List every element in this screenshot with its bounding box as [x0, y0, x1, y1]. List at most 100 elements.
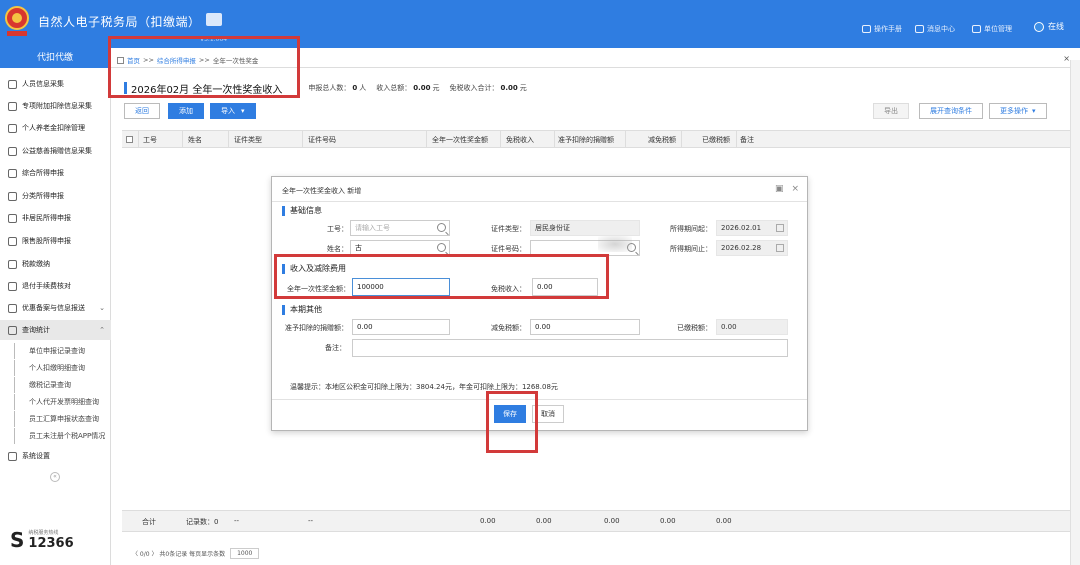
- col-taxfree[interactable]: 免税收入: [506, 135, 534, 145]
- pie-icon: [8, 191, 17, 201]
- unit-management-link[interactable]: 单位管理: [972, 24, 1012, 34]
- hotline-icon: S: [10, 528, 25, 552]
- pagination: 〈 0/0 〉 共0条记录 每页显示条数 1000: [132, 548, 260, 559]
- list-icon: [8, 101, 17, 111]
- search-icon[interactable]: [437, 223, 446, 232]
- section-income: 收入及减除费用: [282, 263, 346, 274]
- period-start-field: 2026.02.01: [716, 220, 788, 236]
- col-paid[interactable]: 已缴税额: [702, 135, 730, 145]
- name-input[interactable]: 古: [350, 240, 450, 256]
- bonus-amount-input[interactable]: 100000: [352, 278, 450, 296]
- col-donation[interactable]: 准予扣除的捐赠额: [558, 135, 614, 145]
- search-icon[interactable]: [437, 243, 446, 252]
- home-icon[interactable]: [117, 56, 124, 64]
- hotline-number: 12366: [28, 536, 74, 551]
- sidebar-item-settings[interactable]: 系统设置: [0, 446, 111, 466]
- relief-input[interactable]: 0.00: [530, 319, 640, 335]
- chevron-down-icon: ⌄: [99, 304, 105, 312]
- user-icon: [1034, 21, 1044, 32]
- page-scrollbar[interactable]: [1070, 60, 1080, 565]
- online-status[interactable]: 在线: [1034, 21, 1064, 32]
- manual-link[interactable]: 操作手册: [862, 24, 902, 34]
- sidebar-item-pension[interactable]: 个人养老金扣除管理: [0, 118, 111, 138]
- sidebar-subitem-annual-settlement[interactable]: 员工汇算申报状态查询: [14, 411, 111, 427]
- footer-bonus-total: 0.00: [480, 517, 496, 525]
- message-center-link[interactable]: 消息中心: [915, 24, 955, 34]
- footer-total-label: 合计: [142, 518, 156, 526]
- back-button[interactable]: 返回: [124, 103, 160, 119]
- sidebar-item-classified[interactable]: 分类所得申报: [0, 186, 111, 206]
- sidebar-item-tax-payment[interactable]: 税款缴纳: [0, 254, 111, 274]
- select-all-checkbox[interactable]: [126, 136, 133, 143]
- footer-record-count: 记录数：0: [186, 518, 219, 526]
- period-start-label: 所得期间起：: [670, 225, 712, 233]
- hotline-logo: S 纳税服务热线 12366: [10, 528, 74, 552]
- add-button[interactable]: 添加: [168, 103, 204, 119]
- calendar-icon: [776, 224, 784, 232]
- person-icon: [8, 213, 17, 223]
- sidebar-subitem-unregistered-app[interactable]: 员工未注册个税APP情况: [14, 428, 111, 444]
- col-bonus[interactable]: 全年一次性奖金额: [432, 135, 488, 145]
- page-size-input[interactable]: 1000: [230, 548, 260, 559]
- briefcase-icon[interactable]: [206, 13, 222, 26]
- table-header: 工号 姓名 证件类型 证件号码 全年一次性奖金额 免税收入 准予扣除的捐赠额 减…: [122, 130, 1070, 148]
- sidebar-subitem-personal-detail[interactable]: 个人扣缴明细查询: [14, 360, 111, 376]
- expand-query-button[interactable]: 展开查询条件: [919, 103, 983, 119]
- cancel-button[interactable]: 取消: [532, 405, 564, 423]
- col-id-type[interactable]: 证件类型: [234, 135, 262, 145]
- export-button[interactable]: 导出: [873, 103, 909, 119]
- more-actions-button[interactable]: 更多操作 ▾: [989, 103, 1047, 119]
- remark-input[interactable]: [352, 339, 788, 357]
- breadcrumb-home[interactable]: 首页: [127, 55, 140, 65]
- save-button[interactable]: 保存: [494, 405, 526, 423]
- donation-label: 准予扣除的捐赠额：: [285, 324, 348, 332]
- section-other: 本期其他: [282, 304, 322, 315]
- breadcrumb-comprehensive[interactable]: 综合所得申报: [157, 55, 196, 65]
- toolbar: 返回 添加 导入 ▾: [124, 103, 256, 119]
- donation-input[interactable]: 0.00: [352, 319, 450, 335]
- bonus-label: 全年一次性奖金额：: [287, 285, 350, 293]
- sidebar-item-donation[interactable]: 公益慈善捐赠信息采集: [0, 141, 111, 161]
- collapse-sidebar-icon[interactable]: «: [50, 472, 60, 482]
- footer-dash: --: [308, 517, 314, 525]
- sidebar-subitem-invoice-detail[interactable]: 个人代开发票明细查询: [14, 394, 111, 410]
- sidebar-item-special-deduction[interactable]: 专项附加扣除信息采集: [0, 96, 111, 116]
- sidebar-item-comprehensive[interactable]: 综合所得申报: [0, 163, 111, 183]
- close-tab-icon[interactable]: ×: [1063, 54, 1070, 63]
- sidebar-item-preferential[interactable]: 优惠备案与信息报送 ⌄: [0, 298, 111, 318]
- maximize-icon[interactable]: ▣: [775, 184, 784, 194]
- remark-label: 备注：: [325, 344, 346, 352]
- sidebar-item-query[interactable]: 查询统计 ⌃: [0, 320, 111, 340]
- footer-relief-total: 0.00: [660, 517, 676, 525]
- col-id-number[interactable]: 证件号码: [308, 135, 336, 145]
- sidebar-item-refund-fee[interactable]: 退付手续费核对: [0, 276, 111, 296]
- close-icon[interactable]: ×: [791, 184, 799, 194]
- stat-taxfree-income: 免税收入合计： 0.00 元: [449, 84, 527, 92]
- sidebar-subitem-payment-record[interactable]: 缴税记录查询: [14, 377, 111, 393]
- sidebar-subitem-unit-declaration[interactable]: 单位申报记录查询: [14, 343, 111, 359]
- mail-icon: [915, 25, 924, 33]
- sidebar-item-restricted-stock[interactable]: 限售股所得申报: [0, 231, 111, 251]
- col-remark[interactable]: 备注: [740, 135, 754, 145]
- import-button[interactable]: 导入 ▾: [210, 103, 256, 119]
- emp-id-input[interactable]: 请输入工号: [350, 220, 450, 236]
- col-relief[interactable]: 减免税额: [648, 135, 676, 145]
- chevron-down-icon: ▾: [241, 107, 245, 115]
- col-name[interactable]: 姓名: [188, 135, 202, 145]
- id-type-field: 居民身份证: [530, 220, 640, 236]
- taxfree-input[interactable]: 0.00: [532, 278, 598, 296]
- col-emp-id[interactable]: 工号: [143, 135, 157, 145]
- page-header: 2026年02月 全年一次性奖金收入 申报总人数： 0 人 收入总额： 0.00 元 免…: [124, 80, 537, 96]
- stat-total-persons: 申报总人数： 0 人: [308, 84, 367, 92]
- id-type-label: 证件类型：: [491, 225, 526, 233]
- name-label: 姓名：: [327, 245, 348, 253]
- calendar-icon: [776, 244, 784, 252]
- sidebar-item-personnel[interactable]: 人员信息采集: [0, 74, 111, 94]
- app-version: V3.1.064: [200, 36, 228, 43]
- gear-icon: [8, 451, 17, 461]
- add-bonus-dialog: 全年一次性奖金收入 新增 ▣ × 基础信息 工号： 请输入工号 姓名： 古 证件…: [271, 176, 808, 431]
- breadcrumb-current: 全年一次性奖金: [212, 57, 259, 65]
- breadcrumb: 首页 >> 综合所得申报 >> 全年一次性奖金: [117, 55, 258, 65]
- sidebar-item-nonresident[interactable]: 非居民所得申报: [0, 208, 111, 228]
- right-toolbar: 导出 展开查询条件 更多操作 ▾: [873, 103, 1047, 119]
